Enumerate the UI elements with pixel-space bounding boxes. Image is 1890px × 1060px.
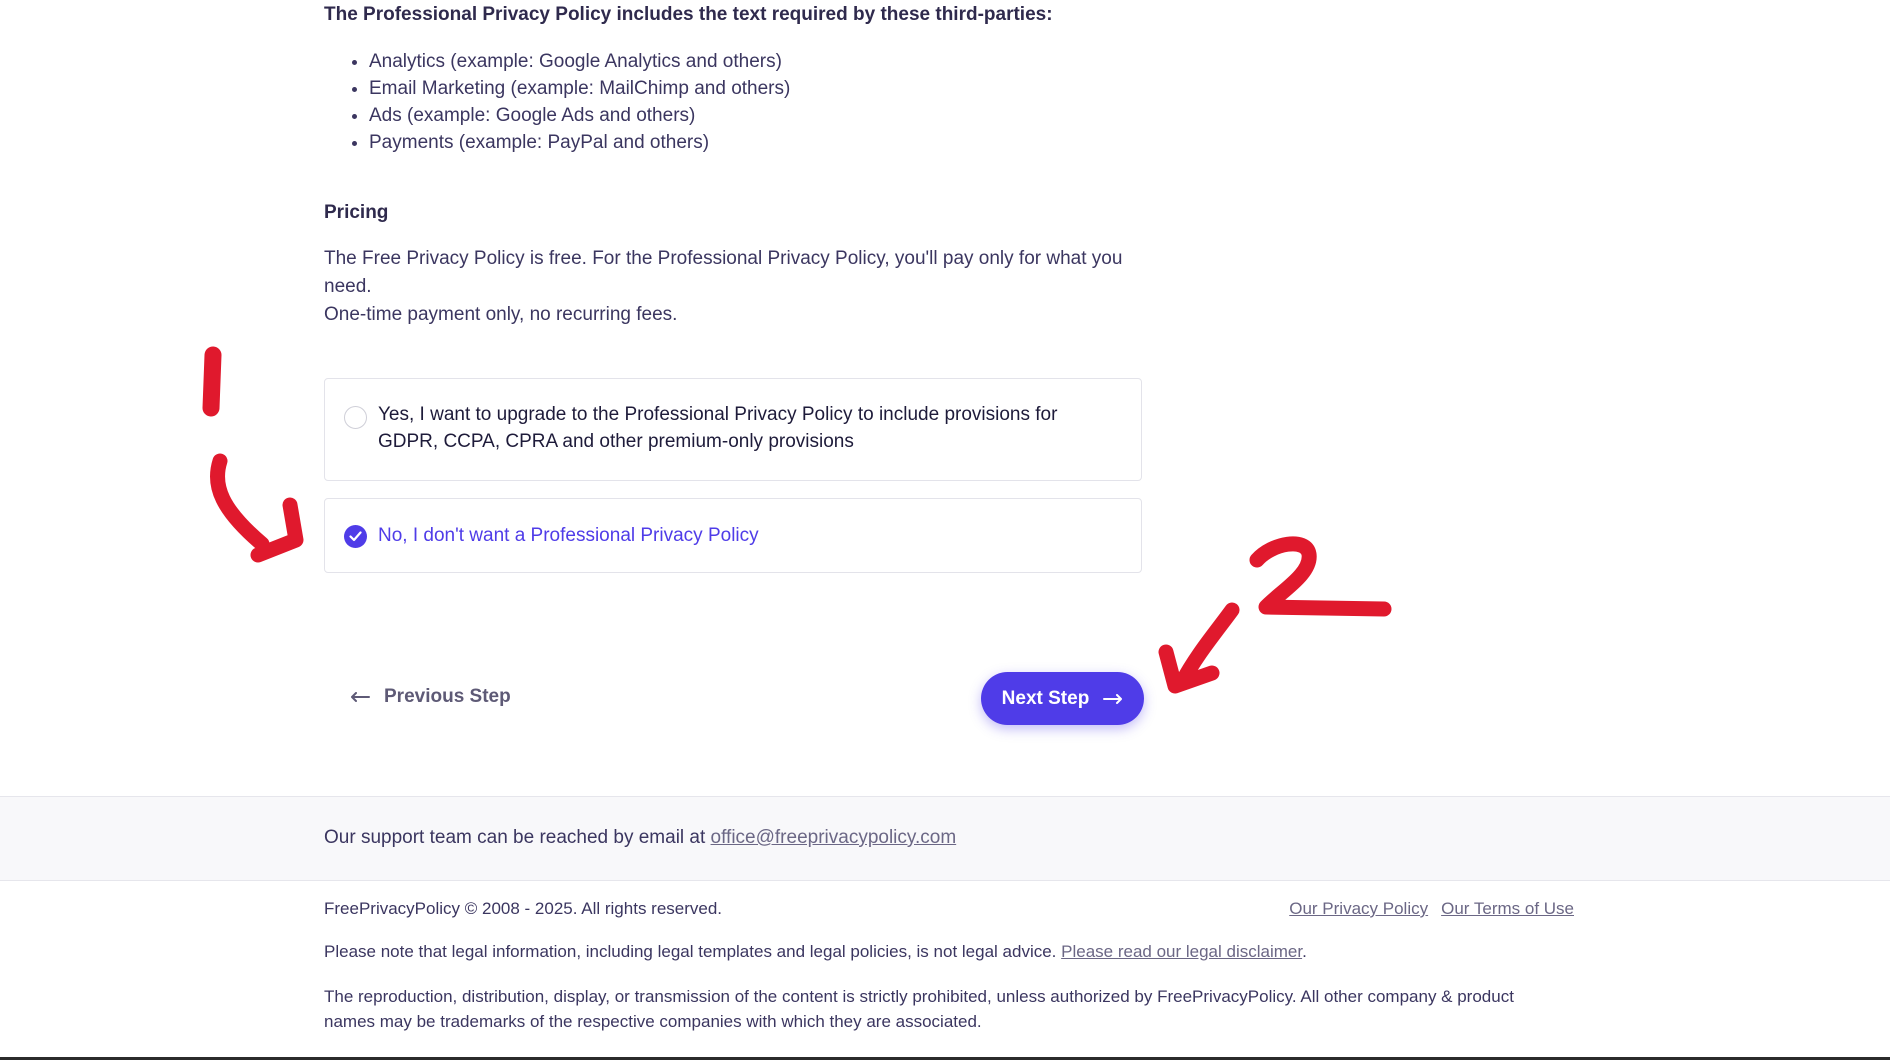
list-item: Email Marketing (example: MailChimp and … [369, 75, 790, 102]
list-item: Ads (example: Google Ads and others) [369, 102, 790, 129]
legal-note: Please note that legal information, incl… [324, 942, 1307, 962]
previous-step-label: Previous Step [384, 686, 511, 707]
support-text: Our support team can be reached by email… [324, 827, 956, 849]
option-no-label[interactable]: No, I don't want a Professional Privacy … [378, 522, 1118, 549]
previous-step-button[interactable]: Previous Step [350, 686, 511, 708]
checkmark-icon [349, 531, 362, 542]
pricing-heading: Pricing [324, 202, 389, 223]
support-email-link[interactable]: office@freeprivacypolicy.com [711, 827, 957, 848]
reproduction-notice: The reproduction, distribution, display,… [324, 987, 1514, 1031]
arrow-right-icon [1103, 693, 1123, 704]
support-band: Our support team can be reached by email… [0, 796, 1890, 881]
third-party-heading: The Professional Privacy Policy includes… [324, 4, 1053, 25]
radio-unchecked[interactable] [344, 406, 367, 429]
arrow-left-icon [351, 692, 370, 702]
terms-of-use-link[interactable]: Our Terms of Use [1441, 899, 1574, 919]
pricing-line-2: One-time payment only, no recurring fees… [324, 304, 678, 325]
option-yes-label[interactable]: Yes, I want to upgrade to the Profession… [378, 401, 1118, 455]
annotation-arrow-1 [209, 453, 304, 563]
footer-links: Our Privacy Policy Our Terms of Use [1289, 899, 1574, 919]
radio-checked-icon[interactable] [344, 525, 367, 548]
support-label: Our support team can be reached by email… [324, 827, 711, 848]
legal-note-end: . [1302, 942, 1307, 961]
pricing-line-1: The Free Privacy Policy is free. For the… [324, 248, 1123, 297]
annotation-number-1 [202, 346, 222, 417]
annotation-number-2 [1249, 536, 1392, 617]
annotation-arrow-2 [1158, 602, 1240, 694]
third-party-list: Analytics (example: Google Analytics and… [324, 48, 790, 156]
upgrade-option-no[interactable]: No, I don't want a Professional Privacy … [324, 498, 1142, 573]
legal-disclaimer-link[interactable]: Please read our legal disclaimer [1061, 942, 1302, 961]
legal-note-text: Please note that legal information, incl… [324, 942, 1062, 961]
footer-copyright: FreePrivacyPolicy © 2008 - 2025. All rig… [324, 899, 723, 918]
list-item: Analytics (example: Google Analytics and… [369, 48, 790, 75]
list-item: Payments (example: PayPal and others) [369, 129, 790, 156]
privacy-policy-link[interactable]: Our Privacy Policy [1289, 899, 1428, 919]
next-step-button[interactable]: Next Step [981, 672, 1144, 725]
pricing-text: The Free Privacy Policy is free. For the… [324, 245, 1164, 329]
upgrade-option-yes[interactable]: Yes, I want to upgrade to the Profession… [324, 378, 1142, 481]
next-step-label: Next Step [1001, 687, 1090, 709]
